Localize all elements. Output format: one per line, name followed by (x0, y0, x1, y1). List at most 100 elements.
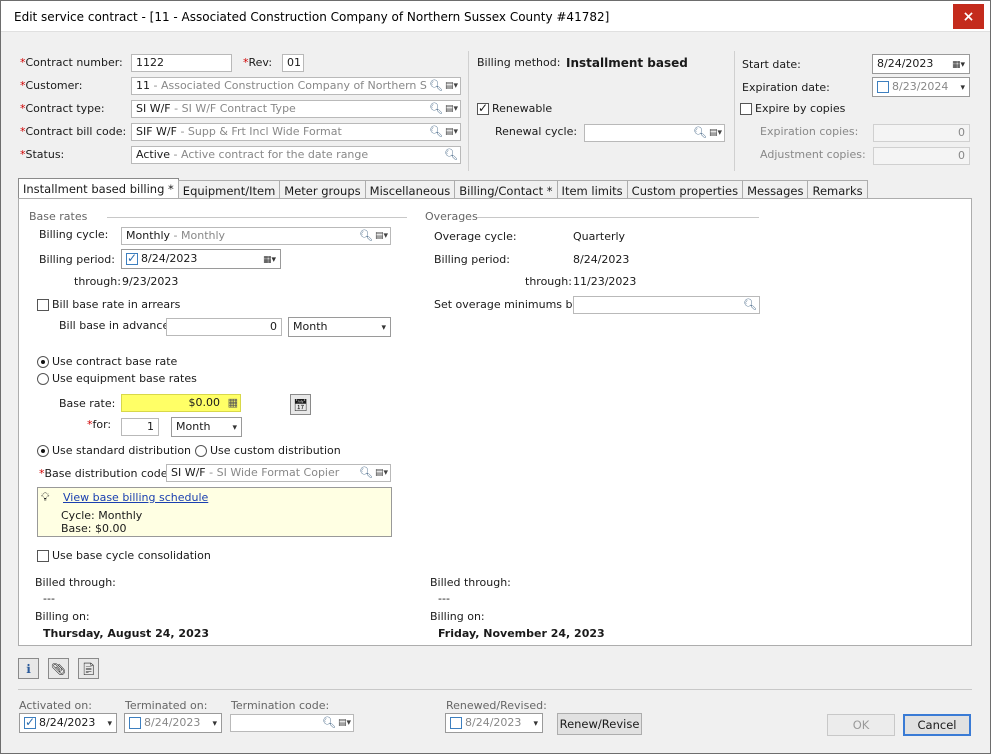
billing-cycle-field[interactable]: Monthly - Monthly 🔍︎ ▤▾ (121, 227, 391, 245)
chevron-down-icon[interactable]: ▾ (960, 81, 965, 95)
bill-in-arrears-checkbox[interactable] (37, 299, 49, 311)
use-equipment-base-rates-row[interactable]: Use equipment base rates (37, 372, 197, 385)
menu-dropdown-icon[interactable]: ▤▾ (338, 717, 351, 729)
search-icon[interactable]: 🔍︎ (444, 149, 458, 161)
tab-miscellaneous[interactable]: Miscellaneous (364, 180, 456, 199)
view-base-billing-schedule-link[interactable]: View base billing schedule (63, 491, 208, 504)
search-icon[interactable]: 🔍︎ (429, 103, 443, 115)
renew-revise-button[interactable]: Renew/Revise (557, 713, 642, 735)
overage-through-label: through: (525, 275, 572, 288)
overage-cycle-label: Overage cycle: (434, 230, 517, 243)
document-icon: 📄︎ (80, 661, 97, 676)
rate-calendar-button[interactable]: 📅︎ (290, 394, 311, 415)
tab-installment-billing[interactable]: Installment based billing * (18, 178, 179, 199)
menu-dropdown-icon[interactable]: ▤▾ (445, 126, 458, 138)
start-date-picker[interactable]: 8/24/2023 ▦▾ (872, 54, 970, 74)
status-label: *Status: (20, 148, 65, 161)
menu-dropdown-icon[interactable]: ▤▾ (709, 127, 722, 139)
calendar-icon[interactable]: ▦▾ (952, 58, 965, 72)
renewable-checkbox[interactable] (477, 101, 489, 115)
expiration-date-checkbox[interactable] (877, 81, 889, 93)
termination-code-label: Termination code: (231, 699, 330, 712)
base-billed-through-label: Billed through: (35, 576, 116, 589)
base-cycle-consolidation-checkbox[interactable] (37, 550, 49, 562)
search-icon[interactable]: 🔍︎ (429, 126, 443, 138)
search-icon[interactable]: 🔍︎ (429, 80, 443, 92)
info-bulb-icon: 💡︎ (41, 490, 50, 504)
tab-item-limits[interactable]: Item limits (556, 180, 628, 199)
tab-meter-groups[interactable]: Meter groups (279, 180, 366, 199)
tab-custom-properties[interactable]: Custom properties (626, 180, 744, 199)
base-billing-schedule-box: 💡︎ View base billing schedule Cycle: Mon… (37, 487, 392, 537)
rev-input[interactable]: 01 (282, 54, 304, 72)
calculator-icon[interactable]: ▦ (228, 397, 238, 409)
expire-by-copies-checkbox[interactable] (740, 103, 752, 115)
tab-remarks[interactable]: Remarks (807, 180, 868, 199)
overage-billing-period-label: Billing period: (434, 253, 510, 266)
base-rate-input[interactable]: $0.00 ▦ (121, 394, 241, 412)
tab-equipment-item[interactable]: Equipment/Item (177, 180, 281, 199)
termination-code-field[interactable]: 🔍︎ ▤▾ (230, 714, 354, 732)
base-distribution-code-label: *Base distribution code: (39, 467, 172, 480)
tab-billing-contact[interactable]: Billing/Contact * (454, 180, 558, 199)
billing-period-checkbox[interactable] (126, 251, 138, 265)
chevron-down-icon: ▾ (212, 719, 217, 729)
contract-bill-code-field[interactable]: SIF W/F - Supp & Frt Incl Wide Format 🔍︎… (131, 123, 461, 141)
contract-type-field[interactable]: SI W/F - SI W/F Contract Type 🔍︎ ▤▾ (131, 100, 461, 118)
menu-dropdown-icon[interactable]: ▤▾ (445, 80, 458, 92)
customer-field[interactable]: 11 - Associated Construction Company of … (131, 77, 461, 95)
menu-dropdown-icon[interactable]: ▤▾ (375, 467, 388, 479)
use-contract-base-rate-row[interactable]: Use contract base rate (37, 355, 177, 368)
search-icon[interactable]: 🔍︎ (359, 467, 373, 479)
bill-in-advance-input[interactable]: 0 (166, 318, 282, 336)
overage-billed-through-value: --- (438, 592, 450, 605)
terminated-on-checkbox[interactable] (129, 717, 141, 729)
contract-number-input[interactable]: 1122 (131, 54, 232, 72)
overage-minimums-field[interactable]: 🔍︎ (573, 296, 760, 314)
renewal-cycle-field[interactable]: 🔍︎ ▤▾ (584, 124, 725, 142)
base-billing-on-label: Billing on: (35, 610, 90, 623)
expiration-date-picker[interactable]: 8/23/2024 ▾ (872, 77, 970, 97)
bill-in-advance-unit-select[interactable]: Month ▾ (288, 317, 391, 337)
use-custom-distribution-radio[interactable] (195, 445, 207, 457)
terminated-on-picker[interactable]: 8/24/2023 ▾ (124, 713, 222, 733)
info-button[interactable]: ℹ (18, 658, 39, 679)
use-contract-base-rate-radio[interactable] (37, 356, 49, 368)
billing-period-picker[interactable]: 8/24/2023▦▾ (121, 249, 281, 269)
search-icon[interactable]: 🔍︎ (743, 299, 757, 311)
use-standard-distribution-row[interactable]: Use standard distribution (37, 444, 191, 457)
activated-on-checkbox[interactable] (24, 715, 36, 729)
base-cycle-consolidation-row[interactable]: Use base cycle consolidation (37, 549, 211, 562)
for-input[interactable]: 1 (121, 418, 159, 436)
notes-button[interactable]: 📄︎ (78, 658, 99, 679)
tab-messages[interactable]: Messages (742, 180, 809, 199)
renewable-checkbox-row[interactable]: Renewable (477, 101, 552, 115)
use-equipment-base-rates-radio[interactable] (37, 373, 49, 385)
bill-in-arrears-row[interactable]: Bill base rate in arrears (37, 298, 180, 311)
use-custom-distribution-row[interactable]: Use custom distribution (195, 444, 341, 457)
search-icon[interactable]: 🔍︎ (359, 230, 373, 242)
status-field[interactable]: Active - Active contract for the date ra… (131, 146, 461, 164)
close-button[interactable]: × (953, 4, 984, 29)
overage-billing-on-label: Billing on: (430, 610, 485, 623)
renewed-revised-picker[interactable]: 8/24/2023 ▾ (445, 713, 543, 733)
cancel-button[interactable]: Cancel (903, 714, 971, 736)
chevron-down-icon: ▾ (107, 719, 112, 729)
menu-dropdown-icon[interactable]: ▤▾ (375, 230, 388, 242)
calendar-icon[interactable]: ▦▾ (263, 253, 276, 267)
ok-button[interactable]: OK (827, 714, 895, 736)
search-icon[interactable]: 🔍︎ (693, 127, 707, 139)
for-unit-select[interactable]: Month ▾ (171, 417, 242, 437)
menu-dropdown-icon[interactable]: ▤▾ (445, 103, 458, 115)
use-standard-distribution-radio[interactable] (37, 445, 49, 457)
paperclip-icon: 📎︎ (50, 661, 67, 676)
base-billed-through-value: --- (43, 592, 55, 605)
activated-on-label: Activated on: (19, 699, 92, 712)
attachment-button[interactable]: 📎︎ (48, 658, 69, 679)
renewed-revised-checkbox[interactable] (450, 717, 462, 729)
rev-label: *Rev: (243, 56, 273, 69)
activated-on-picker[interactable]: 8/24/2023▾ (19, 713, 117, 733)
base-distribution-code-field[interactable]: SI W/F - SI Wide Format Copier 🔍︎ ▤▾ (166, 464, 391, 482)
search-icon[interactable]: 🔍︎ (322, 717, 336, 729)
expire-by-copies-row[interactable]: Expire by copies (740, 102, 845, 115)
